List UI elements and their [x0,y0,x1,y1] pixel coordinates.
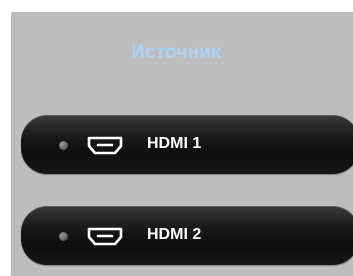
status-indicator-icon [59,232,68,241]
source-item-hdmi-2[interactable]: HDMI 2 [21,206,353,265]
source-item-label: HDMI 1 [147,135,202,152]
status-indicator-icon [59,141,68,150]
hdmi-port-icon [87,136,123,155]
source-item-hdmi-1[interactable]: HDMI 1 [21,115,353,174]
menu-title: Источник [131,42,221,63]
source-menu-panel: Источник HDMI 1 HDMI 2 [11,12,353,276]
source-item-label: HDMI 2 [147,226,202,243]
hdmi-port-icon [87,227,123,246]
